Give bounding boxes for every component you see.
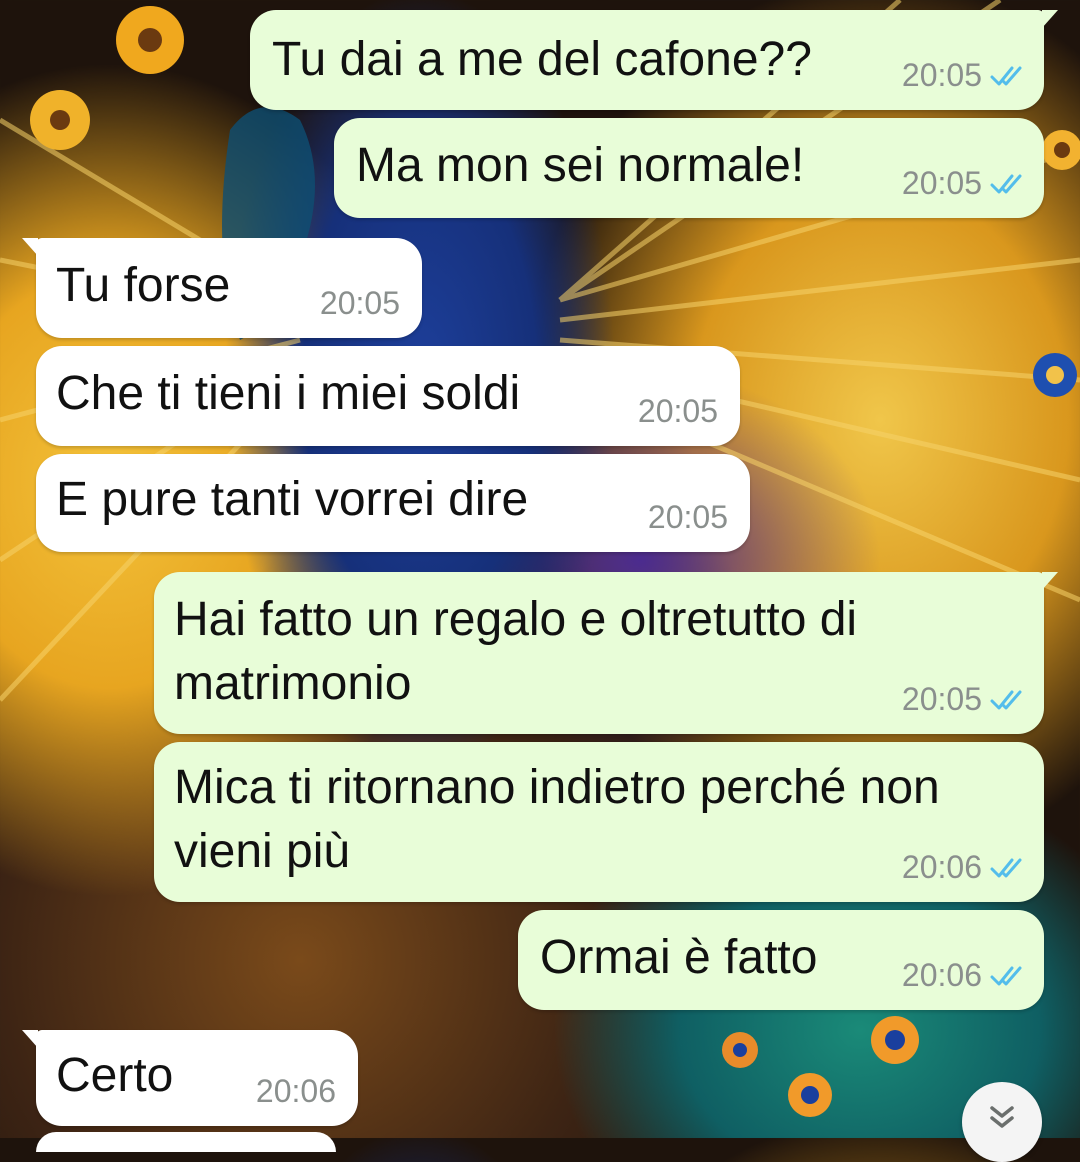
- message-meta: 20:06: [902, 849, 1024, 886]
- double-check-icon: [990, 858, 1022, 877]
- message-text: Mica ti ritornano indietro perché non vi…: [174, 761, 940, 878]
- double-check-icon: [990, 174, 1022, 193]
- incoming-message[interactable]: Certo 20:06: [22, 1030, 358, 1126]
- incoming-message-partial: [36, 1132, 336, 1152]
- message-meta: 20:05: [320, 285, 400, 322]
- message-time: 20:06: [255, 1073, 336, 1109]
- message-time: 20:05: [647, 499, 728, 535]
- message-meta: 20:06: [256, 1073, 336, 1110]
- message-time: 20:06: [901, 849, 982, 885]
- message-meta: 20:05: [902, 165, 1024, 202]
- message-text: Che ti tieni i miei soldi: [56, 367, 521, 420]
- message-text: Certo: [56, 1049, 174, 1102]
- incoming-message[interactable]: E pure tanti vorrei dire 20:05: [36, 454, 750, 552]
- double-check-icon: [990, 690, 1022, 709]
- double-check-icon: [990, 66, 1022, 85]
- message-meta: 20:05: [648, 499, 728, 536]
- chevron-double-down-icon: [990, 1106, 1014, 1128]
- message-time: 20:05: [901, 165, 982, 201]
- incoming-message[interactable]: Che ti tieni i miei soldi 20:05: [36, 346, 740, 446]
- outgoing-message[interactable]: Mica ti ritornano indietro perché non vi…: [154, 742, 1044, 902]
- message-text: E pure tanti vorrei dire: [56, 473, 529, 526]
- message-time: 20:05: [319, 285, 400, 321]
- outgoing-message[interactable]: Ormai è fatto 20:06: [518, 910, 1044, 1010]
- message-text: Ormai è fatto: [540, 931, 818, 984]
- message-meta: 20:05: [638, 393, 718, 430]
- message-time: 20:05: [637, 393, 718, 429]
- double-check-icon: [990, 966, 1022, 985]
- message-meta: 20:05: [902, 57, 1024, 94]
- message-text: Hai fatto un regalo e oltretutto di matr…: [174, 593, 858, 710]
- scroll-to-bottom-button[interactable]: [962, 1082, 1042, 1162]
- message-text: Ma mon sei normale!: [356, 139, 805, 192]
- message-text: Tu forse: [56, 259, 231, 312]
- outgoing-message[interactable]: Hai fatto un regalo e oltretutto di matr…: [154, 572, 1058, 734]
- message-time: 20:05: [901, 57, 982, 93]
- message-meta: 20:06: [902, 957, 1024, 994]
- incoming-message[interactable]: Tu forse 20:05: [22, 238, 422, 338]
- message-meta: 20:05: [902, 681, 1024, 718]
- message-list[interactable]: Tu dai a me del cafone?? 20:05 Ma mon se…: [0, 0, 1080, 1152]
- outgoing-message[interactable]: Ma mon sei normale! 20:05: [334, 118, 1044, 218]
- message-text: Tu dai a me del cafone??: [272, 33, 812, 86]
- message-time: 20:06: [901, 957, 982, 993]
- message-time: 20:05: [901, 681, 982, 717]
- outgoing-message[interactable]: Tu dai a me del cafone?? 20:05: [250, 10, 1058, 110]
